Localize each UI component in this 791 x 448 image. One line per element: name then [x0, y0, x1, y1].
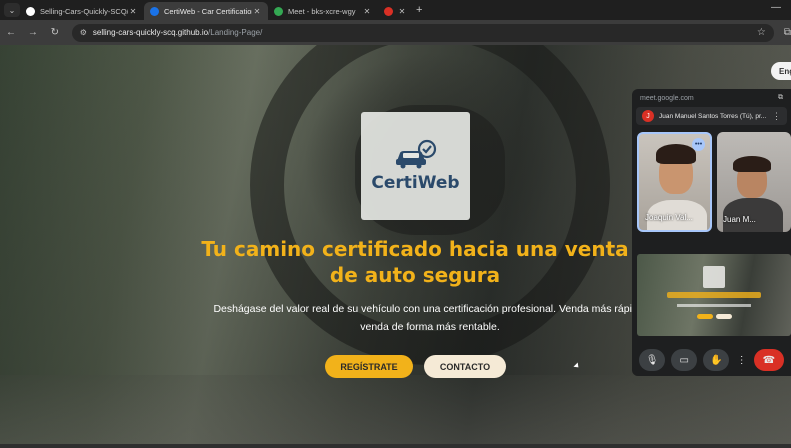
pip-header: J Juan Manuel Santos Torres (Tú), pr... … [636, 107, 787, 125]
github-icon [26, 6, 35, 16]
preview-logo [703, 266, 725, 288]
language-button[interactable]: Eng [771, 62, 791, 80]
more-options-icon[interactable]: ⋮ [772, 111, 781, 122]
preview-register-button [697, 314, 713, 319]
browser-toolbar: ← → ↻ ⚙ selling-cars-quickly-scq.github.… [0, 20, 791, 45]
url-host: selling-cars-quickly-scq.github.io [92, 28, 209, 37]
participant-hair [656, 144, 696, 164]
close-icon[interactable]: ✕ [128, 7, 138, 16]
preview-headline [667, 292, 761, 298]
minimize-button[interactable]: — [771, 2, 781, 13]
end-call-icon[interactable]: ☎ [753, 349, 784, 371]
meet-pip-window[interactable]: meet.google.com ⧉ J Juan Manuel Santos T… [632, 89, 791, 376]
bottom-edge [0, 444, 791, 448]
raise-hand-icon[interactable]: ✋ [703, 349, 730, 371]
back-button[interactable]: ← [0, 27, 22, 38]
logo-text: CertiWeb [371, 173, 460, 193]
certiweb-favicon-icon [150, 6, 159, 16]
hero-headline: Tu camino certificado hacia una venta de… [201, 237, 629, 287]
tab-title: Meet - bks-xcre-wgy [288, 6, 356, 16]
pip-url-bar: meet.google.com ⧉ [632, 89, 791, 107]
participant-tile[interactable]: ••• Joaquin Val... [637, 132, 712, 232]
reload-button[interactable]: ↻ [44, 27, 66, 38]
pip-url: meet.google.com [640, 94, 694, 102]
hero-subtitle: Deshágase del valor real de su vehículo … [213, 303, 647, 333]
tile-more-icon[interactable]: ••• [692, 138, 705, 151]
participant-name: Juan M... [723, 215, 756, 224]
record-icon [384, 6, 393, 16]
certiweb-logo: CertiWeb [361, 112, 470, 220]
back-to-tab-icon[interactable]: ⧉ [778, 94, 783, 102]
close-icon[interactable]: ✕ [398, 7, 406, 16]
participant-hair [733, 156, 771, 172]
close-icon[interactable]: ✕ [252, 7, 262, 16]
meet-icon [274, 6, 283, 16]
preview-subtitle [677, 304, 751, 307]
tab-search-button[interactable]: ⌄ [4, 3, 20, 17]
address-bar[interactable]: ⚙ selling-cars-quickly-scq.github.io /La… [71, 23, 774, 42]
contact-button[interactable]: CONTACTO [424, 355, 506, 378]
more-options-icon[interactable]: ⋮ [736, 349, 748, 371]
meet-controls: 🎙 ▭ ✋ ⋮ ☎ [632, 347, 791, 373]
preview-contact-button [716, 314, 732, 319]
tab-title: CertiWeb - Car Certification [164, 6, 252, 16]
register-button[interactable]: REGÍSTRATE [325, 355, 413, 378]
tab-meet[interactable]: Meet - bks-xcre-wgy ✕ [268, 2, 378, 20]
bookmark-star-icon[interactable]: ☆ [757, 27, 766, 38]
participant-tile[interactable]: Juan M... [717, 132, 791, 232]
tab-title: Selling-Cars-Quickly-SCQ/Certi [40, 6, 128, 16]
tab-github[interactable]: Selling-Cars-Quickly-SCQ/Certi ✕ [20, 2, 144, 20]
car-check-icon [395, 139, 436, 169]
participant-name: Joaquin Val... [645, 213, 693, 222]
tab-certiweb[interactable]: CertiWeb - Car Certification ✕ [144, 2, 268, 20]
new-tab-button[interactable]: + [416, 4, 422, 16]
url-path: /Landing-Page/ [208, 28, 263, 37]
screen-share-preview [637, 254, 791, 336]
forward-button[interactable]: → [22, 27, 44, 38]
tab-strip: ⌄ Selling-Cars-Quickly-SCQ/Certi ✕ Certi… [0, 0, 791, 20]
extensions-icon[interactable]: ⧉ [784, 27, 791, 38]
site-info-icon[interactable]: ⚙ [80, 28, 87, 37]
camera-icon[interactable]: ▭ [671, 349, 698, 371]
avatar: J [642, 110, 654, 122]
tab-recording[interactable]: ✕ [378, 2, 412, 20]
close-icon[interactable]: ✕ [362, 7, 372, 16]
microphone-icon[interactable]: 🎙 [639, 349, 666, 371]
presenter-name: Juan Manuel Santos Torres (Tú), pr... [659, 112, 767, 120]
